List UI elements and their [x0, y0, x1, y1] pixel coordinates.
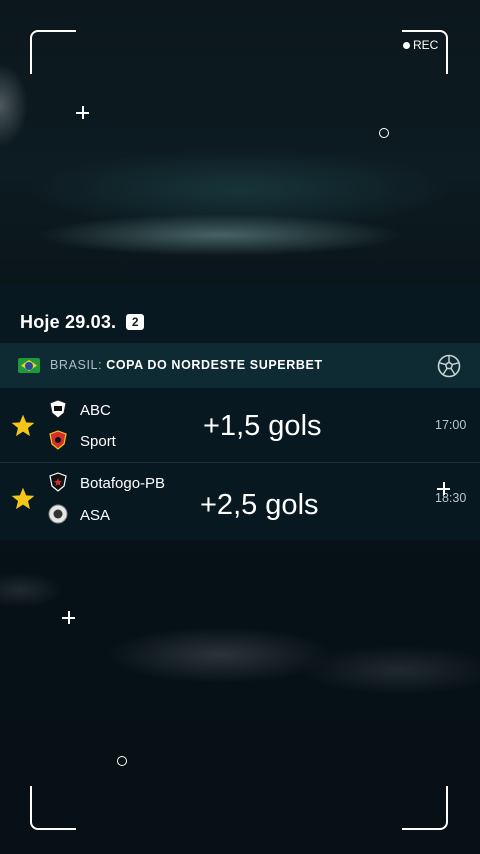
rec-indicator: REC — [403, 38, 438, 52]
crosshair-plus-icon — [62, 611, 75, 624]
team-logo-icon — [48, 504, 68, 524]
viewfinder-corner-bottom-right — [402, 786, 448, 830]
home-team-name: ABC — [80, 402, 111, 419]
away-team-name: Sport — [80, 433, 116, 450]
crosshair-plus-icon — [437, 482, 450, 495]
viewfinder-corner-bottom-left — [30, 786, 76, 830]
league-name: COPA DO NORDESTE SUPERBET — [106, 358, 323, 372]
favorite-star-icon[interactable] — [10, 486, 36, 512]
match-time: 17:00 — [435, 418, 467, 432]
favorite-star-icon[interactable] — [10, 413, 36, 439]
goals-overlay-1: +1,5 gols — [203, 410, 322, 442]
viewfinder-corner-top-right — [402, 30, 448, 74]
brazil-flag-icon — [18, 358, 40, 373]
viewfinder-corner-top-left — [30, 30, 76, 74]
league-country: BRASIL: — [50, 358, 103, 372]
goals-overlay-2: +2,5 gols — [200, 489, 319, 521]
match-count-badge: 2 — [126, 314, 145, 330]
date-label: Hoje 29.03. — [20, 311, 117, 332]
league-title: BRASIL: COPA DO NORDESTE SUPERBET — [50, 358, 323, 372]
focus-ring-icon — [117, 756, 127, 766]
home-team-name: Botafogo-PB — [80, 475, 166, 492]
soccer-ball-icon — [437, 354, 461, 378]
team-logo-icon — [49, 472, 67, 492]
date-header: Hoje 29.03. 2 — [20, 310, 145, 334]
focus-ring-icon — [379, 128, 389, 138]
crosshair-plus-icon — [76, 106, 89, 119]
team-logo-icon — [49, 399, 67, 419]
rec-label: REC — [413, 38, 439, 52]
rec-dot-icon — [403, 41, 410, 49]
divider — [0, 462, 480, 463]
away-team-name: ASA — [80, 507, 111, 524]
team-logo-icon — [49, 430, 67, 450]
league-header[interactable]: BRASIL: COPA DO NORDESTE SUPERBET — [0, 343, 480, 388]
